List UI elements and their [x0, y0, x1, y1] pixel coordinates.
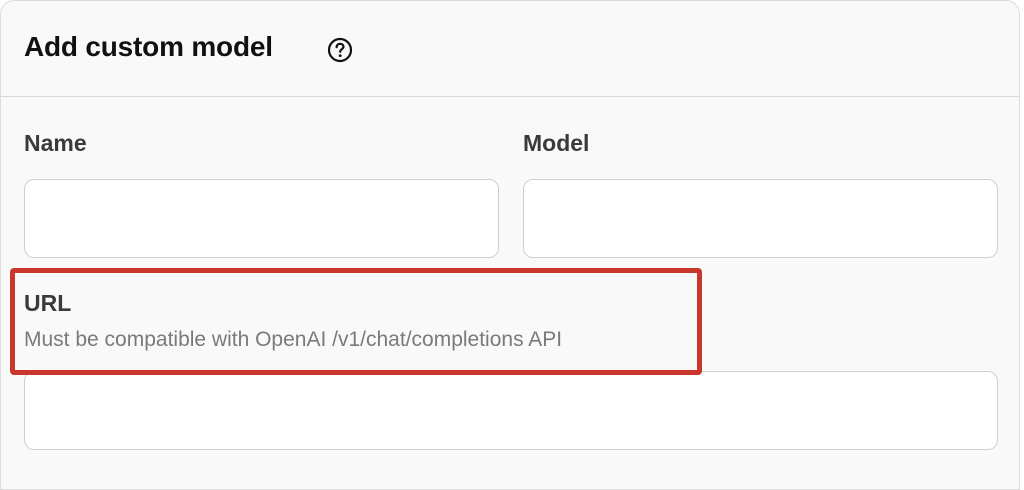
model-input[interactable]	[523, 179, 998, 258]
help-icon[interactable]	[327, 37, 353, 63]
name-input[interactable]	[24, 179, 499, 258]
url-label: URL	[24, 290, 72, 316]
panel-header: Add custom model	[1, 1, 1019, 97]
url-hint: Must be compatible with OpenAI /v1/chat/…	[24, 328, 563, 351]
url-input[interactable]	[24, 371, 998, 450]
panel-title: Add custom model	[24, 31, 273, 62]
add-custom-model-panel: Add custom model Name Model URL Must be …	[0, 0, 1020, 490]
model-label: Model	[523, 130, 590, 156]
name-label: Name	[24, 130, 87, 156]
